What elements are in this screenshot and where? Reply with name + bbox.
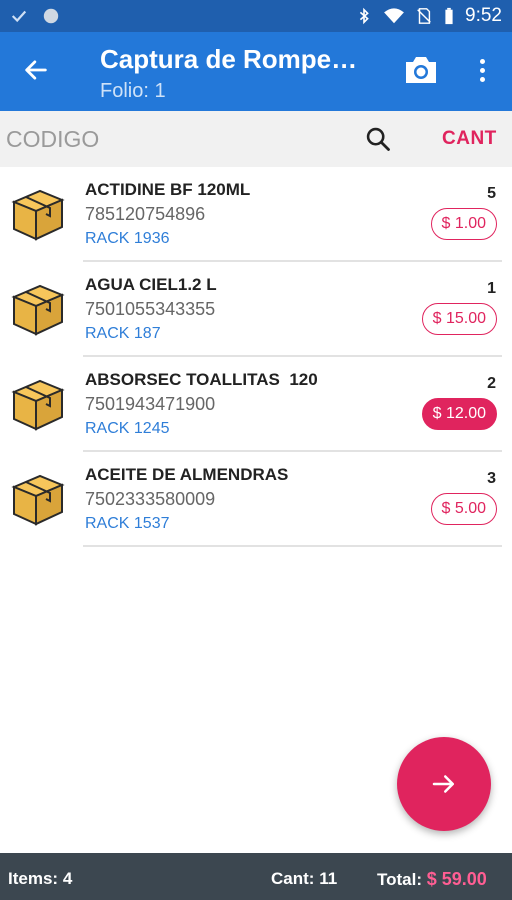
item-name: AGUA CIEL1.2 L: [85, 275, 217, 294]
page-subtitle: Folio: 1: [100, 80, 166, 102]
divider: [83, 545, 502, 547]
check-icon: [11, 10, 27, 23]
summary-footer: Items: 4 Cant: 11 Total: $ 59.00: [0, 853, 512, 900]
box-icon: [11, 284, 65, 336]
item-price-button[interactable]: $ 12.00: [421, 398, 497, 430]
no-sim-icon: [417, 8, 431, 24]
app-bar: Captura de Rompe… Folio: 1: [0, 32, 512, 111]
item-quantity: 1: [487, 280, 496, 297]
list-item[interactable]: AGUA CIEL1.2 L 7501055343355 RACK 187 1 …: [0, 262, 512, 357]
camera-button[interactable]: [403, 54, 439, 86]
cant-button[interactable]: CANT: [442, 128, 497, 150]
box-icon: [11, 474, 65, 526]
item-code: 7501943471900: [85, 394, 216, 414]
item-quantity: 3: [487, 470, 496, 487]
box-icon: [11, 189, 65, 241]
items-value: 4: [62, 869, 73, 888]
item-price-button[interactable]: $ 5.00: [430, 493, 497, 525]
battery-icon: [445, 7, 453, 25]
item-rack: RACK 1537: [85, 515, 170, 532]
status-bar: 9:52: [0, 0, 512, 32]
more-options-button[interactable]: [470, 52, 494, 88]
item-quantity: 2: [487, 375, 496, 392]
total-amount: Total: $ 59.00: [377, 869, 487, 890]
list-item[interactable]: ABSORSEC TOALLITAS 120 7501943471900 RAC…: [0, 357, 512, 452]
cant-label: Cant:: [271, 869, 315, 888]
wifi-icon: [384, 8, 404, 24]
cant-total: Cant: 11: [271, 869, 337, 889]
product-list: ACTIDINE BF 120ML 785120754896 RACK 1936…: [0, 167, 512, 547]
back-arrow-icon: [25, 60, 47, 80]
item-rack: RACK 187: [85, 325, 161, 342]
item-rack: RACK 1245: [85, 420, 170, 437]
total-value: $ 59.00: [426, 869, 487, 889]
search-icon[interactable]: [364, 125, 392, 153]
item-code: 785120754896: [85, 204, 206, 224]
code-search-input[interactable]: [6, 123, 346, 155]
search-bar: CANT: [0, 111, 512, 167]
item-name: ACEITE DE ALMENDRAS: [85, 465, 289, 484]
total-label: Total:: [377, 870, 423, 889]
list-item[interactable]: ACTIDINE BF 120ML 785120754896 RACK 1936…: [0, 167, 512, 262]
items-label: Items:: [8, 869, 59, 888]
status-time: 9:52: [465, 5, 502, 26]
item-rack: RACK 1936: [85, 230, 170, 247]
more-vert-icon: [479, 58, 485, 82]
item-name: ABSORSEC TOALLITAS 120: [85, 370, 318, 389]
item-quantity: 5: [487, 185, 496, 202]
bluetooth-icon: [359, 7, 369, 25]
screen: 9:52 Captura de Rompe… Folio: 1 CODIGO C…: [0, 0, 512, 900]
item-price-button[interactable]: $ 15.00: [421, 303, 497, 335]
next-fab-button[interactable]: [397, 737, 491, 831]
item-price-button[interactable]: $ 1.00: [430, 208, 497, 240]
back-button[interactable]: [18, 52, 54, 88]
cant-value: 11: [319, 869, 338, 888]
item-code: 7502333580009: [85, 489, 216, 509]
page-title: Captura de Rompe…: [100, 44, 358, 74]
camera-icon: [406, 57, 436, 83]
item-code: 7501055343355: [85, 299, 216, 319]
box-icon: [11, 379, 65, 431]
arrow-forward-icon: [432, 775, 454, 793]
items-count: Items: 4: [8, 869, 72, 889]
list-item[interactable]: ACEITE DE ALMENDRAS 7502333580009 RACK 1…: [0, 452, 512, 547]
circle-icon: [43, 8, 59, 24]
item-name: ACTIDINE BF 120ML: [85, 180, 251, 199]
